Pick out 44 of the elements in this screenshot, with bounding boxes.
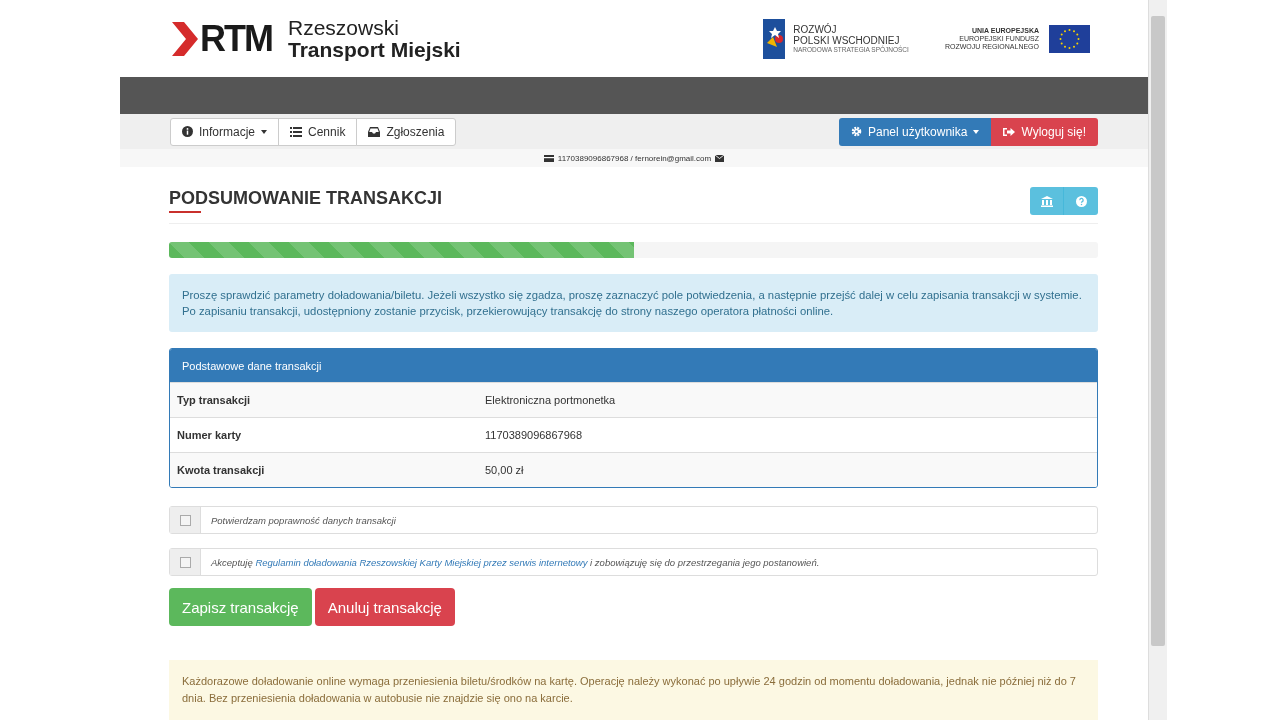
confirmation-text: Potwierdzam poprawność danych transakcji xyxy=(210,513,396,528)
envelope-icon xyxy=(715,154,725,162)
panel-heading: Podstawowe dane transakcji xyxy=(170,349,1097,382)
nav-button[interactable]: Zgłoszenia xyxy=(356,117,457,146)
table-cell: 50,00 zł xyxy=(485,464,524,476)
sign-out-icon xyxy=(1003,126,1016,137)
logo-line: Rzeszowski xyxy=(288,16,400,39)
scrollbar[interactable] xyxy=(1148,0,1167,720)
caret-icon xyxy=(261,129,268,134)
table-cell: 1170389096867968 xyxy=(485,429,583,441)
cancel-button[interactable]: Anuluj transakcję xyxy=(314,588,455,626)
confirmation-text: Akceptuję Regulamin doładowania Rzeszowskiej Karty Miejskiej przez serwis internetowy i zobowiązuję się do przestrzegania jego postanowień. xyxy=(210,555,820,570)
info-icon xyxy=(182,126,193,138)
nav-button[interactable]: Cennik xyxy=(278,117,358,146)
checkbox[interactable] xyxy=(179,556,191,568)
bank-button[interactable] xyxy=(1030,187,1064,215)
info-message: Proszę sprawdzić parametry doładowania/biletu. Jeżeli wszystko się zgadza, proszę zaznaczyć pole potwiedzenia, a następnie przejść dalej w celu zapisania transakcji w systemie. Po zapisaniu transakcji, udostępniony zostanie przycisk, przekierowujący transakcję do strony naszego operatora płatności online. xyxy=(169,274,1098,332)
list-icon xyxy=(290,126,303,137)
nav-button[interactable]: Wyloguj się! xyxy=(991,117,1098,146)
help-button[interactable] xyxy=(1064,187,1098,215)
card-icon xyxy=(543,154,554,162)
user-info: 1170389096867968 / fernorein@gmail.com xyxy=(557,153,712,163)
inbox-icon xyxy=(368,126,381,137)
nav-button[interactable]: Informacje xyxy=(170,117,280,146)
partner-text: ROZWÓJ xyxy=(793,24,838,36)
table-cell-text: Numer karty xyxy=(176,429,243,441)
terms-link[interactable]: Regulamin doładowania Rzeszowskiej Karty Miejskiej przez serwis internetowy xyxy=(255,556,588,568)
partner-text: POLSKI WSCHODNIEJ xyxy=(793,35,900,47)
nav-button[interactable]: Panel użytkownika xyxy=(839,117,992,146)
checkbox[interactable] xyxy=(179,514,191,526)
help-icon xyxy=(1075,195,1087,207)
star-flag-icon xyxy=(761,18,788,59)
settings-icon xyxy=(851,126,862,138)
bank-icon xyxy=(1040,195,1053,207)
table-cell-text: Typ transakcji xyxy=(176,394,252,406)
table-cell-text: Kwota transakcji xyxy=(176,464,266,476)
notice-message: Każdorazowe doładowanie online wymaga przeniesienia biletu/środków na kartę. Operację należy wykonać po upływie 24 godzin od momentu doładowania, jednak nie później niż do 7 dnia. Bez przeniesienia doładowania w autobusie nie znajdzie się ono na karcie. xyxy=(169,660,1098,720)
eu-flag-icon xyxy=(1049,24,1090,53)
chevron-icon xyxy=(172,21,198,56)
caret-icon xyxy=(973,129,980,134)
logo-mark: RTM xyxy=(200,17,272,60)
logo-line: Transport Miejski xyxy=(288,38,461,61)
table-cell: Elektroniczna portmonetka xyxy=(485,394,616,406)
save-button[interactable]: Zapisz transakcję xyxy=(169,588,312,626)
